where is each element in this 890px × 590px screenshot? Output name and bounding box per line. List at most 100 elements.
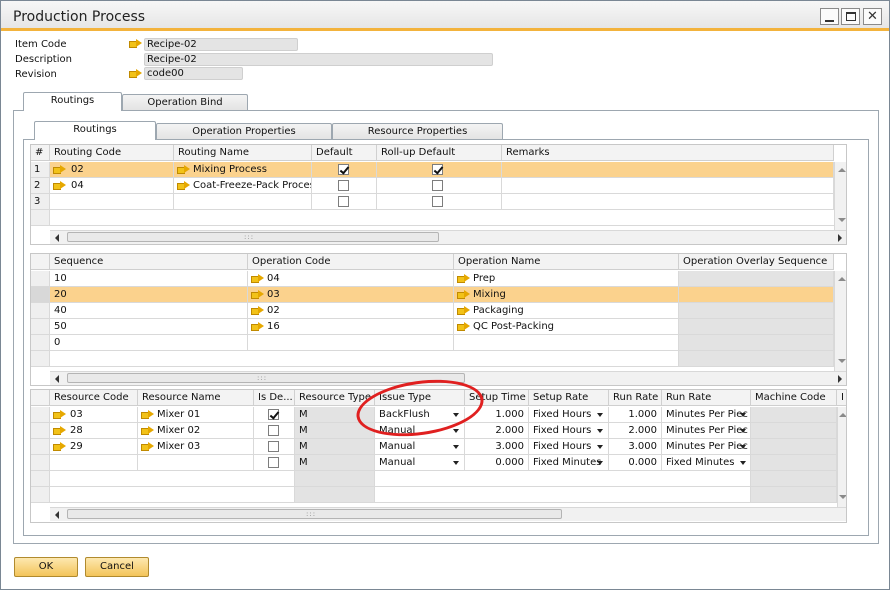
operation-name-cell[interactable]: Mixing — [454, 287, 679, 303]
run-rate-cell[interactable]: 0.000 — [609, 455, 662, 471]
link-arrow-icon[interactable] — [457, 306, 470, 315]
ok-button[interactable]: OK — [14, 557, 78, 577]
link-arrow-icon[interactable] — [251, 322, 264, 331]
rollup-default-checkbox[interactable] — [432, 164, 443, 175]
resources-col-code[interactable]: Resource Code — [50, 390, 138, 406]
operations-col-name[interactable]: Operation Name — [454, 254, 679, 270]
tab-inner-routings[interactable]: Routings — [34, 121, 156, 140]
resources-horizontal-scrollbar[interactable]: ::: — [50, 507, 846, 521]
setup-time-cell[interactable]: 1.000 — [465, 407, 529, 423]
routings-col-name[interactable]: Routing Name — [174, 145, 312, 161]
resources-col-run-rate[interactable]: Run Rate — [609, 390, 662, 406]
routings-row-number[interactable]: 1 — [31, 162, 50, 178]
operations-col-code[interactable]: Operation Code — [248, 254, 454, 270]
setup-rate-dropdown[interactable]: Fixed Hours — [529, 423, 609, 439]
resources-col-name[interactable]: Resource Name — [138, 390, 254, 406]
link-arrow-icon[interactable] — [457, 274, 470, 283]
scroll-right-icon[interactable] — [838, 234, 842, 242]
resources-empty-row[interactable] — [50, 471, 295, 487]
link-arrow-icon[interactable] — [141, 426, 154, 435]
resources-row-header[interactable] — [31, 471, 50, 487]
run-rate-unit-dropdown[interactable]: Minutes Per Piec — [662, 423, 751, 439]
setup-rate-dropdown[interactable]: Fixed Hours — [529, 407, 609, 423]
routings-col-rollup[interactable]: Roll-up Default — [377, 145, 502, 161]
operation-code-cell[interactable]: 02 — [248, 303, 454, 319]
default-checkbox[interactable] — [338, 164, 349, 175]
routing-remarks-cell[interactable] — [502, 162, 834, 178]
scroll-left-icon[interactable] — [55, 375, 59, 383]
operations-col-sequence[interactable]: Sequence — [50, 254, 248, 270]
resource-code-cell[interactable]: 28 — [50, 423, 138, 439]
resource-name-cell[interactable]: Mixer 02 — [138, 423, 254, 439]
operations-row-header[interactable] — [31, 351, 50, 367]
dropdown-arrow-icon[interactable] — [740, 461, 746, 465]
dropdown-arrow-icon[interactable] — [453, 445, 459, 449]
operation-name-cell[interactable] — [454, 335, 679, 351]
resources-vertical-scrollbar[interactable] — [837, 407, 846, 507]
operations-row-header[interactable] — [31, 303, 50, 319]
issue-type-dropdown[interactable]: Manual — [375, 423, 465, 439]
routing-remarks-cell[interactable] — [502, 194, 834, 210]
revision-field[interactable]: code00 — [144, 67, 243, 80]
routings-empty-row[interactable] — [50, 210, 834, 226]
scroll-up-icon[interactable] — [838, 277, 846, 281]
link-arrow-icon[interactable] — [457, 322, 470, 331]
revision-link-arrow-icon[interactable] — [129, 69, 142, 78]
run-rate-cell[interactable]: 3.000 — [609, 439, 662, 455]
resources-empty-row[interactable] — [375, 487, 751, 503]
operations-row-header[interactable] — [31, 271, 50, 287]
resources-col-type[interactable]: Resource Type — [295, 390, 375, 406]
scroll-down-icon[interactable] — [838, 359, 846, 363]
scroll-right-icon[interactable] — [838, 375, 842, 383]
link-arrow-icon[interactable] — [251, 290, 264, 299]
routing-code-cell[interactable]: 02 — [50, 162, 174, 178]
resources-col-setup-rate[interactable]: Setup Rate — [529, 390, 609, 406]
operation-code-cell[interactable] — [248, 335, 454, 351]
rollup-default-checkbox[interactable] — [432, 180, 443, 191]
link-arrow-icon[interactable] — [53, 410, 66, 419]
operations-col-overlay[interactable]: Operation Overlay Sequence — [679, 254, 834, 270]
is-default-checkbox[interactable] — [268, 441, 279, 452]
resources-col-i[interactable]: I — [837, 390, 846, 406]
routings-horizontal-scrollbar[interactable]: ::: — [50, 230, 846, 244]
setup-time-cell[interactable]: 2.000 — [465, 423, 529, 439]
resources-row-header[interactable] — [31, 423, 50, 439]
link-arrow-icon[interactable] — [53, 181, 66, 190]
scroll-thumb[interactable]: ::: — [67, 373, 465, 383]
operations-row-header[interactable] — [31, 287, 50, 303]
resources-col-run-rate-unit[interactable]: Run Rate — [662, 390, 751, 406]
cancel-button[interactable]: Cancel — [85, 557, 149, 577]
dropdown-arrow-icon[interactable] — [597, 461, 603, 465]
dropdown-arrow-icon[interactable] — [453, 461, 459, 465]
resource-name-cell[interactable]: Mixer 01 — [138, 407, 254, 423]
setup-time-cell[interactable]: 3.000 — [465, 439, 529, 455]
operation-name-cell[interactable]: QC Post-Packing — [454, 319, 679, 335]
link-arrow-icon[interactable] — [251, 274, 264, 283]
run-rate-unit-dropdown[interactable]: Minutes Per Piec — [662, 439, 751, 455]
resources-col-machine-code[interactable]: Machine Code — [751, 390, 837, 406]
routings-row-number[interactable]: 2 — [31, 178, 50, 194]
dropdown-arrow-icon[interactable] — [740, 445, 746, 449]
link-arrow-icon[interactable] — [53, 442, 66, 451]
link-arrow-icon[interactable] — [141, 442, 154, 451]
scroll-thumb[interactable]: ::: — [67, 509, 562, 519]
operations-vertical-scrollbar[interactable] — [834, 271, 846, 371]
default-checkbox[interactable] — [338, 196, 349, 207]
sequence-cell[interactable]: 50 — [50, 319, 248, 335]
dropdown-arrow-icon[interactable] — [453, 429, 459, 433]
sequence-cell[interactable]: 20 — [50, 287, 248, 303]
scroll-left-icon[interactable] — [55, 234, 59, 242]
dropdown-arrow-icon[interactable] — [740, 413, 746, 417]
resources-empty-row[interactable] — [50, 487, 295, 503]
operation-code-cell[interactable]: 03 — [248, 287, 454, 303]
issue-type-dropdown[interactable]: Manual — [375, 439, 465, 455]
routing-name-cell[interactable]: Mixing Process — [174, 162, 312, 178]
resource-code-cell[interactable]: 03 — [50, 407, 138, 423]
routings-col-code[interactable]: Routing Code — [50, 145, 174, 161]
routings-row-number[interactable]: 3 — [31, 194, 50, 210]
operations-row-header[interactable] — [31, 335, 50, 351]
resource-code-cell[interactable]: 29 — [50, 439, 138, 455]
resources-empty-row[interactable] — [375, 471, 751, 487]
dropdown-arrow-icon[interactable] — [453, 413, 459, 417]
routings-row-number[interactable] — [31, 210, 50, 226]
